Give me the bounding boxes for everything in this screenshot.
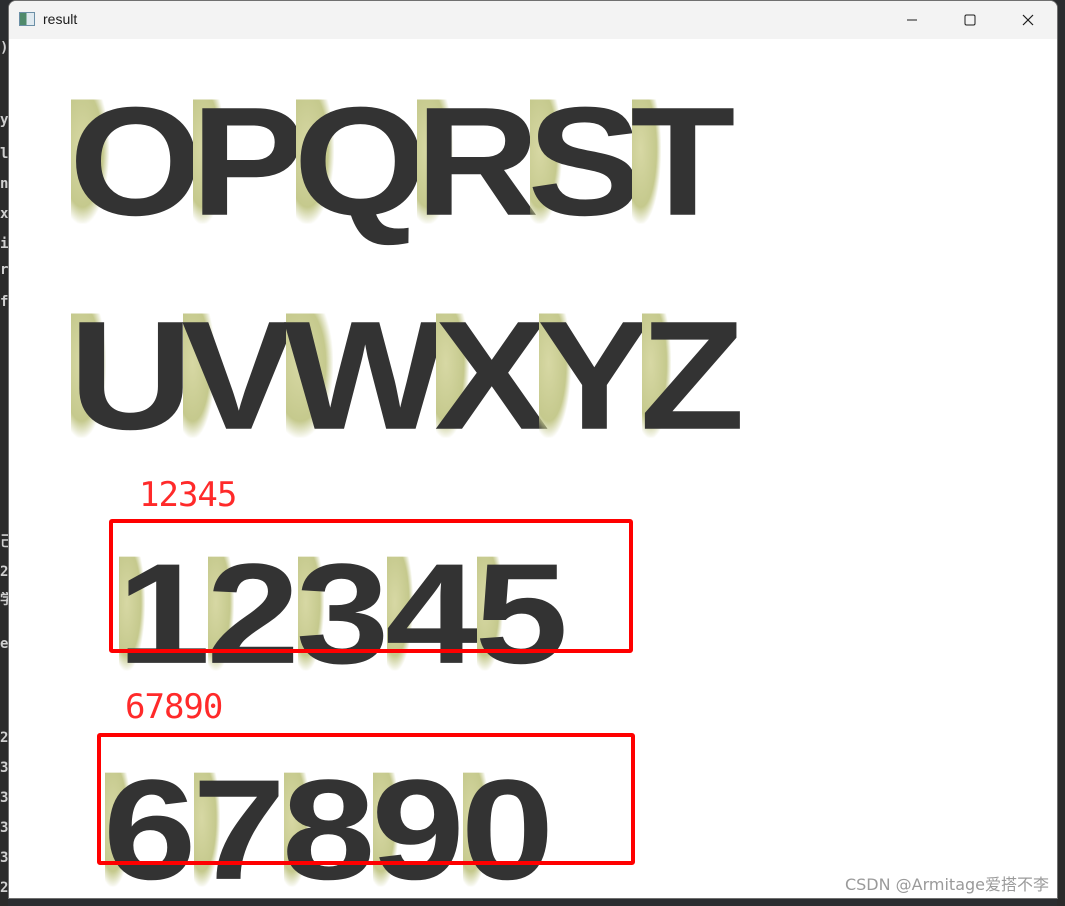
gutter-glyph: ) [0, 40, 8, 56]
letter-glyph: R [415, 75, 539, 248]
gutter-glyph: e [0, 636, 8, 652]
gutter-glyph: r [0, 262, 8, 278]
letter-row-2: U V W X Y Z [69, 281, 745, 462]
letter-glyph: Z [639, 289, 745, 462]
minimize-icon [907, 19, 917, 21]
letter-glyph: P [190, 75, 306, 248]
gutter-glyph: 学 [0, 592, 8, 608]
gutter-glyph: 2 [0, 730, 8, 746]
gutter-glyph: i [0, 236, 8, 252]
gutter-glyph: 2 [0, 880, 8, 896]
letter-glyph: W [283, 289, 446, 462]
letter-glyph: Q [293, 75, 428, 248]
gutter-glyph: 3 [0, 790, 8, 806]
close-button[interactable] [999, 1, 1057, 39]
gutter-glyph: n [0, 176, 8, 192]
letter-glyph: Y [537, 289, 652, 462]
maximize-icon [964, 14, 976, 26]
detection-label: 67890 [125, 687, 223, 727]
gutter-glyph: 3 [0, 850, 8, 866]
letter-row-1: O P Q R S T [69, 67, 735, 248]
letter-glyph: O [69, 75, 203, 248]
gutter-glyph: 己 [0, 534, 8, 550]
gutter-glyph: 3 [0, 760, 8, 776]
watermark: CSDN @Armitage爱搭不李 [844, 875, 1049, 894]
letter-glyph: X [434, 289, 549, 462]
result-window: result O P Q R S T U V W X Y Z 12345 1 2… [8, 0, 1058, 899]
detection-label: 12345 [139, 475, 237, 515]
letter-glyph: T [630, 75, 735, 248]
minimize-button[interactable] [883, 1, 941, 39]
detection-box [97, 733, 635, 865]
gutter-glyph: x [0, 206, 8, 222]
window-title: result [43, 11, 78, 27]
detection-box [109, 519, 633, 653]
gutter-glyph: 2 [0, 564, 8, 580]
gutter-glyph: f [0, 294, 8, 310]
gutter-glyph: y [0, 112, 8, 128]
background-editor-gutter: ) y l n x i r f 己 2 学 e 2 3 3 3 3 2 [0, 40, 8, 906]
letter-glyph: S [527, 75, 643, 248]
letter-glyph: V [181, 289, 296, 462]
result-image-canvas: O P Q R S T U V W X Y Z 12345 1 2 3 4 5 … [9, 39, 1057, 898]
letter-glyph: U [69, 289, 193, 462]
app-window-icon [19, 12, 35, 26]
maximize-button[interactable] [941, 1, 999, 39]
title-bar[interactable]: result [9, 1, 1057, 39]
gutter-glyph: l [0, 146, 8, 162]
close-icon [1022, 14, 1034, 26]
gutter-glyph: 3 [0, 820, 8, 836]
background-right-gutter [1057, 40, 1065, 906]
